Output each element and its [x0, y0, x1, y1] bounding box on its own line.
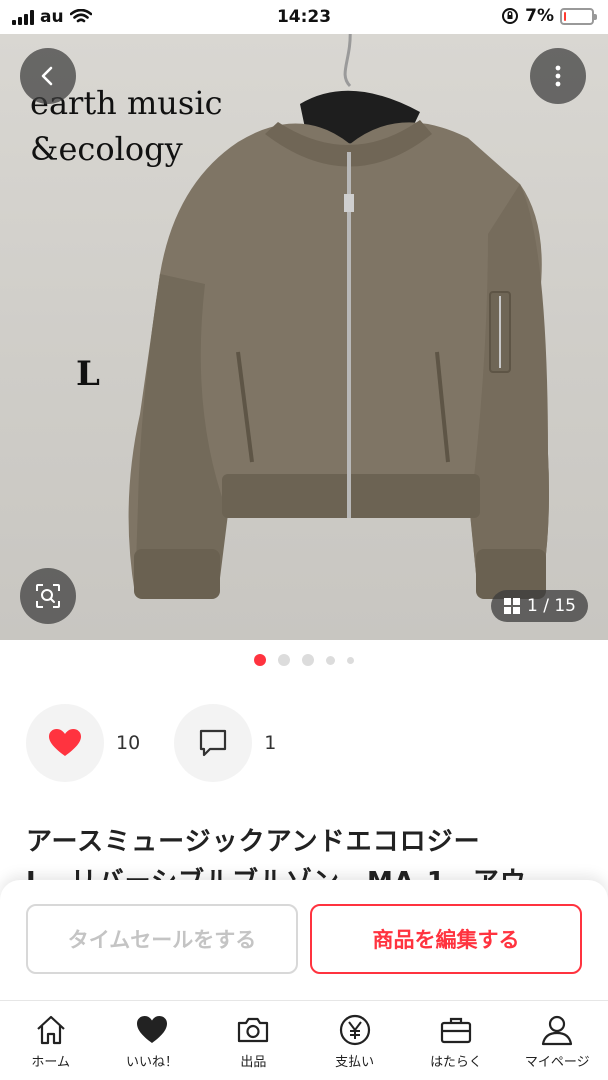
pagination-dot[interactable] — [278, 654, 290, 666]
comments-count: 1 — [264, 732, 277, 754]
more-button[interactable] — [530, 48, 586, 104]
jacket-image — [128, 34, 550, 599]
image-search-icon — [36, 584, 60, 608]
tab-sell-label: 出品 — [240, 1055, 267, 1070]
pagination-dot[interactable] — [347, 656, 354, 664]
battery-icon — [560, 7, 597, 25]
comment-icon — [200, 729, 227, 757]
tab-likes-label: いいね！ — [125, 1055, 178, 1070]
photo-counter[interactable]: 1 / 15 — [491, 590, 588, 622]
overlay-size-label: L — [76, 354, 100, 394]
person-icon — [542, 1015, 573, 1046]
tab-payment-label: 支払い — [335, 1055, 375, 1070]
pagination-dot[interactable] — [326, 655, 335, 665]
tab-likes[interactable]: いいね！ — [101, 1001, 202, 1080]
heart-icon — [136, 1016, 167, 1043]
heart-icon — [49, 729, 81, 756]
tab-work[interactable]: はたらく — [405, 1001, 506, 1080]
comment-button[interactable] — [174, 704, 253, 782]
likes-count: 10 — [116, 732, 141, 754]
image-search-button[interactable] — [20, 568, 76, 624]
grid-icon — [504, 598, 521, 614]
tab-mypage-label: マイページ — [524, 1055, 590, 1070]
tab-home-label: ホーム — [31, 1055, 70, 1070]
home-icon — [36, 1015, 65, 1045]
back-button[interactable] — [20, 48, 76, 104]
time-sale-button[interactable]: タイムセールをする — [26, 904, 298, 974]
pagination-dot[interactable] — [254, 654, 266, 666]
photo-counter-label: 1 / 15 — [527, 596, 576, 616]
briefcase-icon — [440, 1017, 472, 1044]
tab-mypage[interactable]: マイページ — [507, 1001, 608, 1080]
item-title-line1: アースミュージックアンドエコロジー — [26, 827, 481, 857]
like-button[interactable] — [26, 704, 104, 782]
status-bar: au 14:23 7% — [0, 0, 608, 34]
tab-bar: ホーム いいね！ 出品 支払い はたらく マイページ — [0, 1000, 608, 1080]
battery-percent: 7% — [525, 6, 554, 26]
orientation-lock-icon — [502, 8, 519, 24]
yen-icon — [339, 1014, 370, 1046]
overlay-brand-line2: &ecology — [30, 130, 183, 168]
more-icon — [555, 65, 561, 87]
tab-work-label: はたらく — [430, 1055, 482, 1070]
back-icon — [41, 66, 53, 86]
pagination-dot[interactable] — [302, 654, 314, 666]
bottom-action-panel: タイムセールをする 商品を編集する — [0, 880, 608, 1000]
tab-payment[interactable]: 支払い — [304, 1001, 405, 1080]
engagement-actions: 10 1 — [26, 704, 310, 782]
camera-icon — [238, 1017, 269, 1043]
tab-home[interactable]: ホーム — [0, 1001, 101, 1080]
status-right: 7% — [501, 6, 597, 26]
battery-fill — [564, 11, 567, 21]
tab-sell[interactable]: 出品 — [203, 1001, 304, 1080]
edit-item-button[interactable]: 商品を編集する — [310, 904, 582, 974]
item-detail-screen: au 14:23 7% earth music &ecology L 1 / 1… — [0, 0, 608, 1080]
product-photo-carousel[interactable]: earth music &ecology L 1 / 15 — [0, 34, 608, 640]
carousel-pagination — [0, 654, 608, 666]
